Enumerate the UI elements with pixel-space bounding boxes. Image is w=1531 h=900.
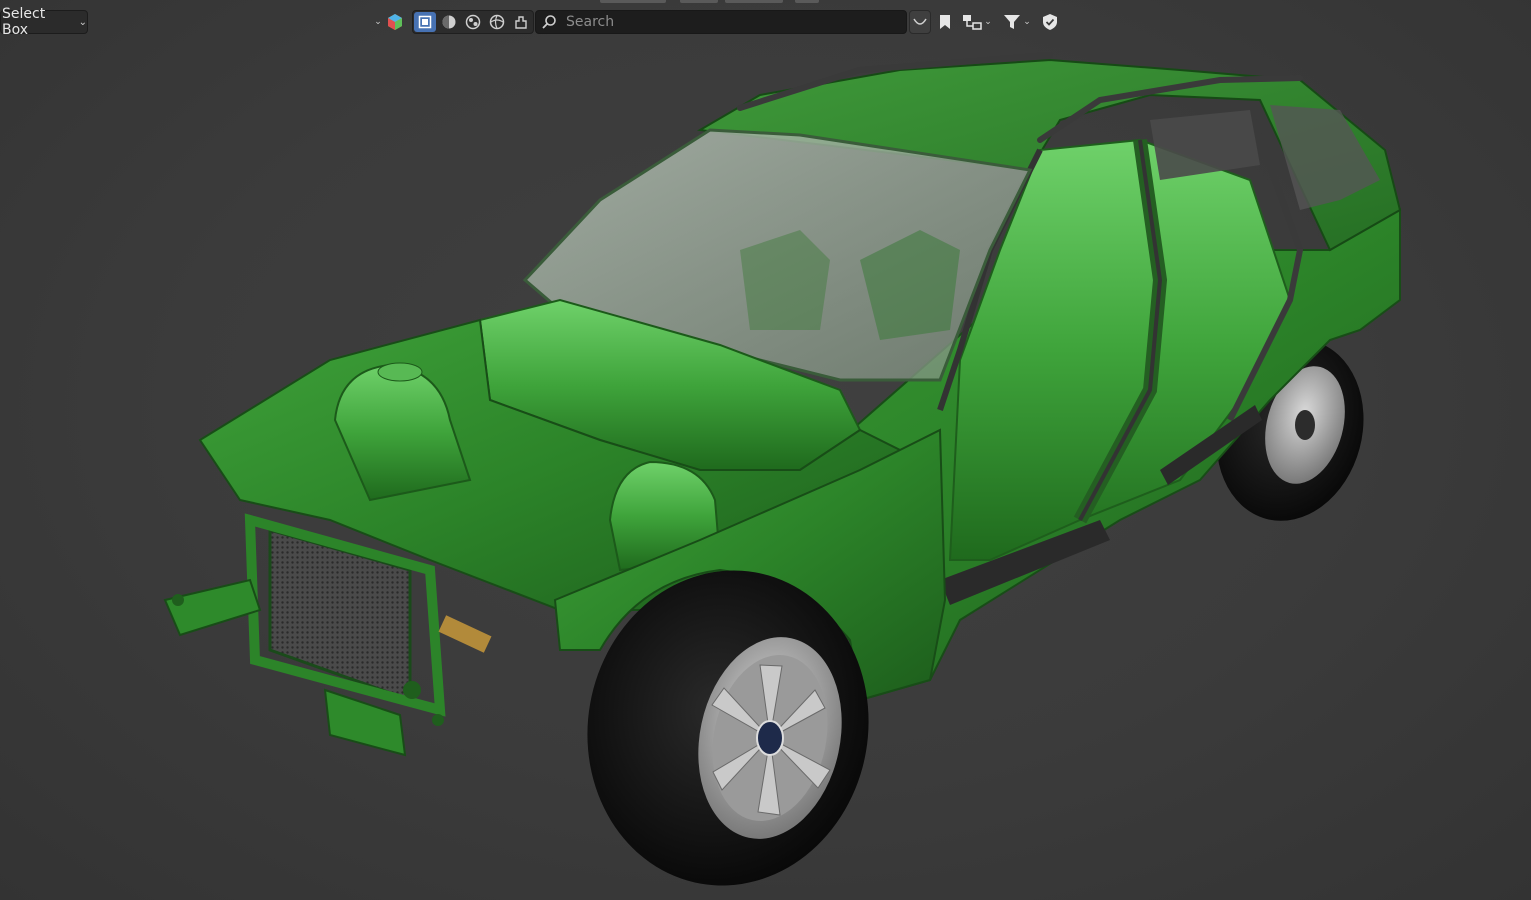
header-tab-indicator [680,0,718,3]
search-field[interactable] [535,10,907,34]
search-icon [536,14,562,30]
hierarchy-dropdown[interactable]: ⌄ [958,10,996,34]
object-type-visibility-icon [387,14,402,30]
solid-shading-button[interactable] [438,12,460,32]
3d-viewport[interactable]: Select Box ⌄ ⌄ Search ⌄ ⌄ [0,0,1531,900]
material-preview-button[interactable] [462,12,484,32]
filter-dropdown[interactable]: ⌄ [998,10,1036,34]
shield-button[interactable] [1038,10,1062,34]
overlay-icon [515,16,527,29]
header-tab-indicator [725,0,783,3]
shield-icon [1043,14,1057,30]
overlay-button[interactable] [510,12,532,32]
car-model-render[interactable] [0,0,1531,900]
chevron-down-icon: ⌄ [78,16,87,28]
select-mode-dropdown[interactable]: Select Box ⌄ [0,6,88,38]
curve-icon [913,18,927,25]
viewport-shading-group [412,10,534,34]
filter-icon [1004,15,1021,29]
bookmark-button[interactable] [934,10,956,34]
select-mode-label: Select Box [2,6,46,38]
hierarchy-icon [963,15,982,30]
viewport-header: Select Box ⌄ ⌄ Search ⌄ ⌄ [0,0,1531,44]
search-filter-toggle[interactable] [909,10,931,34]
chevron-down-icon: ⌄ [374,17,382,27]
chevron-down-icon: ⌄ [984,17,992,27]
header-tab-indicator [600,0,666,3]
rendered-shading-button[interactable] [486,12,508,32]
object-type-visibility-button[interactable]: ⌄ [368,10,410,34]
front-crossmember [163,578,262,637]
wireframe-shading-button[interactable] [414,12,436,32]
search-input[interactable] [562,14,896,30]
wireframe-icon [418,15,432,29]
solid-icon [442,15,456,29]
rendered-icon [489,14,505,30]
chevron-down-icon: ⌄ [1023,17,1031,27]
header-tab-indicator [795,0,819,3]
material-preview-icon [465,14,481,30]
bookmark-icon [940,15,950,29]
